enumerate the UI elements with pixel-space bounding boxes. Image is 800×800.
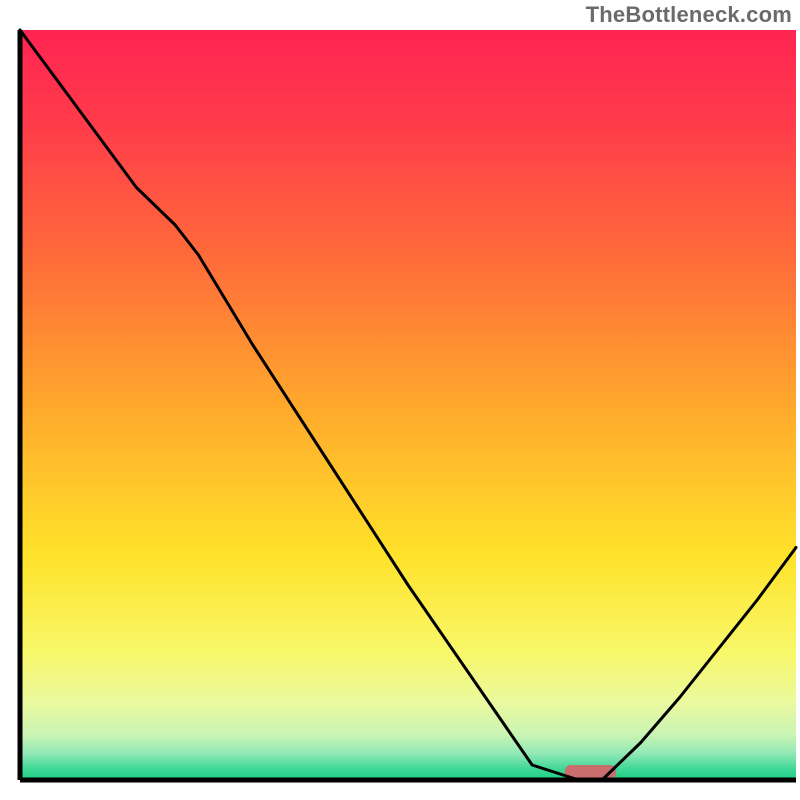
gradient-background	[20, 30, 796, 780]
chart-container: { "watermark": "TheBottleneck.com", "cha…	[0, 0, 800, 800]
plot-area	[20, 30, 796, 780]
bottleneck-curve-chart	[0, 0, 800, 800]
watermark-text: TheBottleneck.com	[586, 2, 792, 28]
